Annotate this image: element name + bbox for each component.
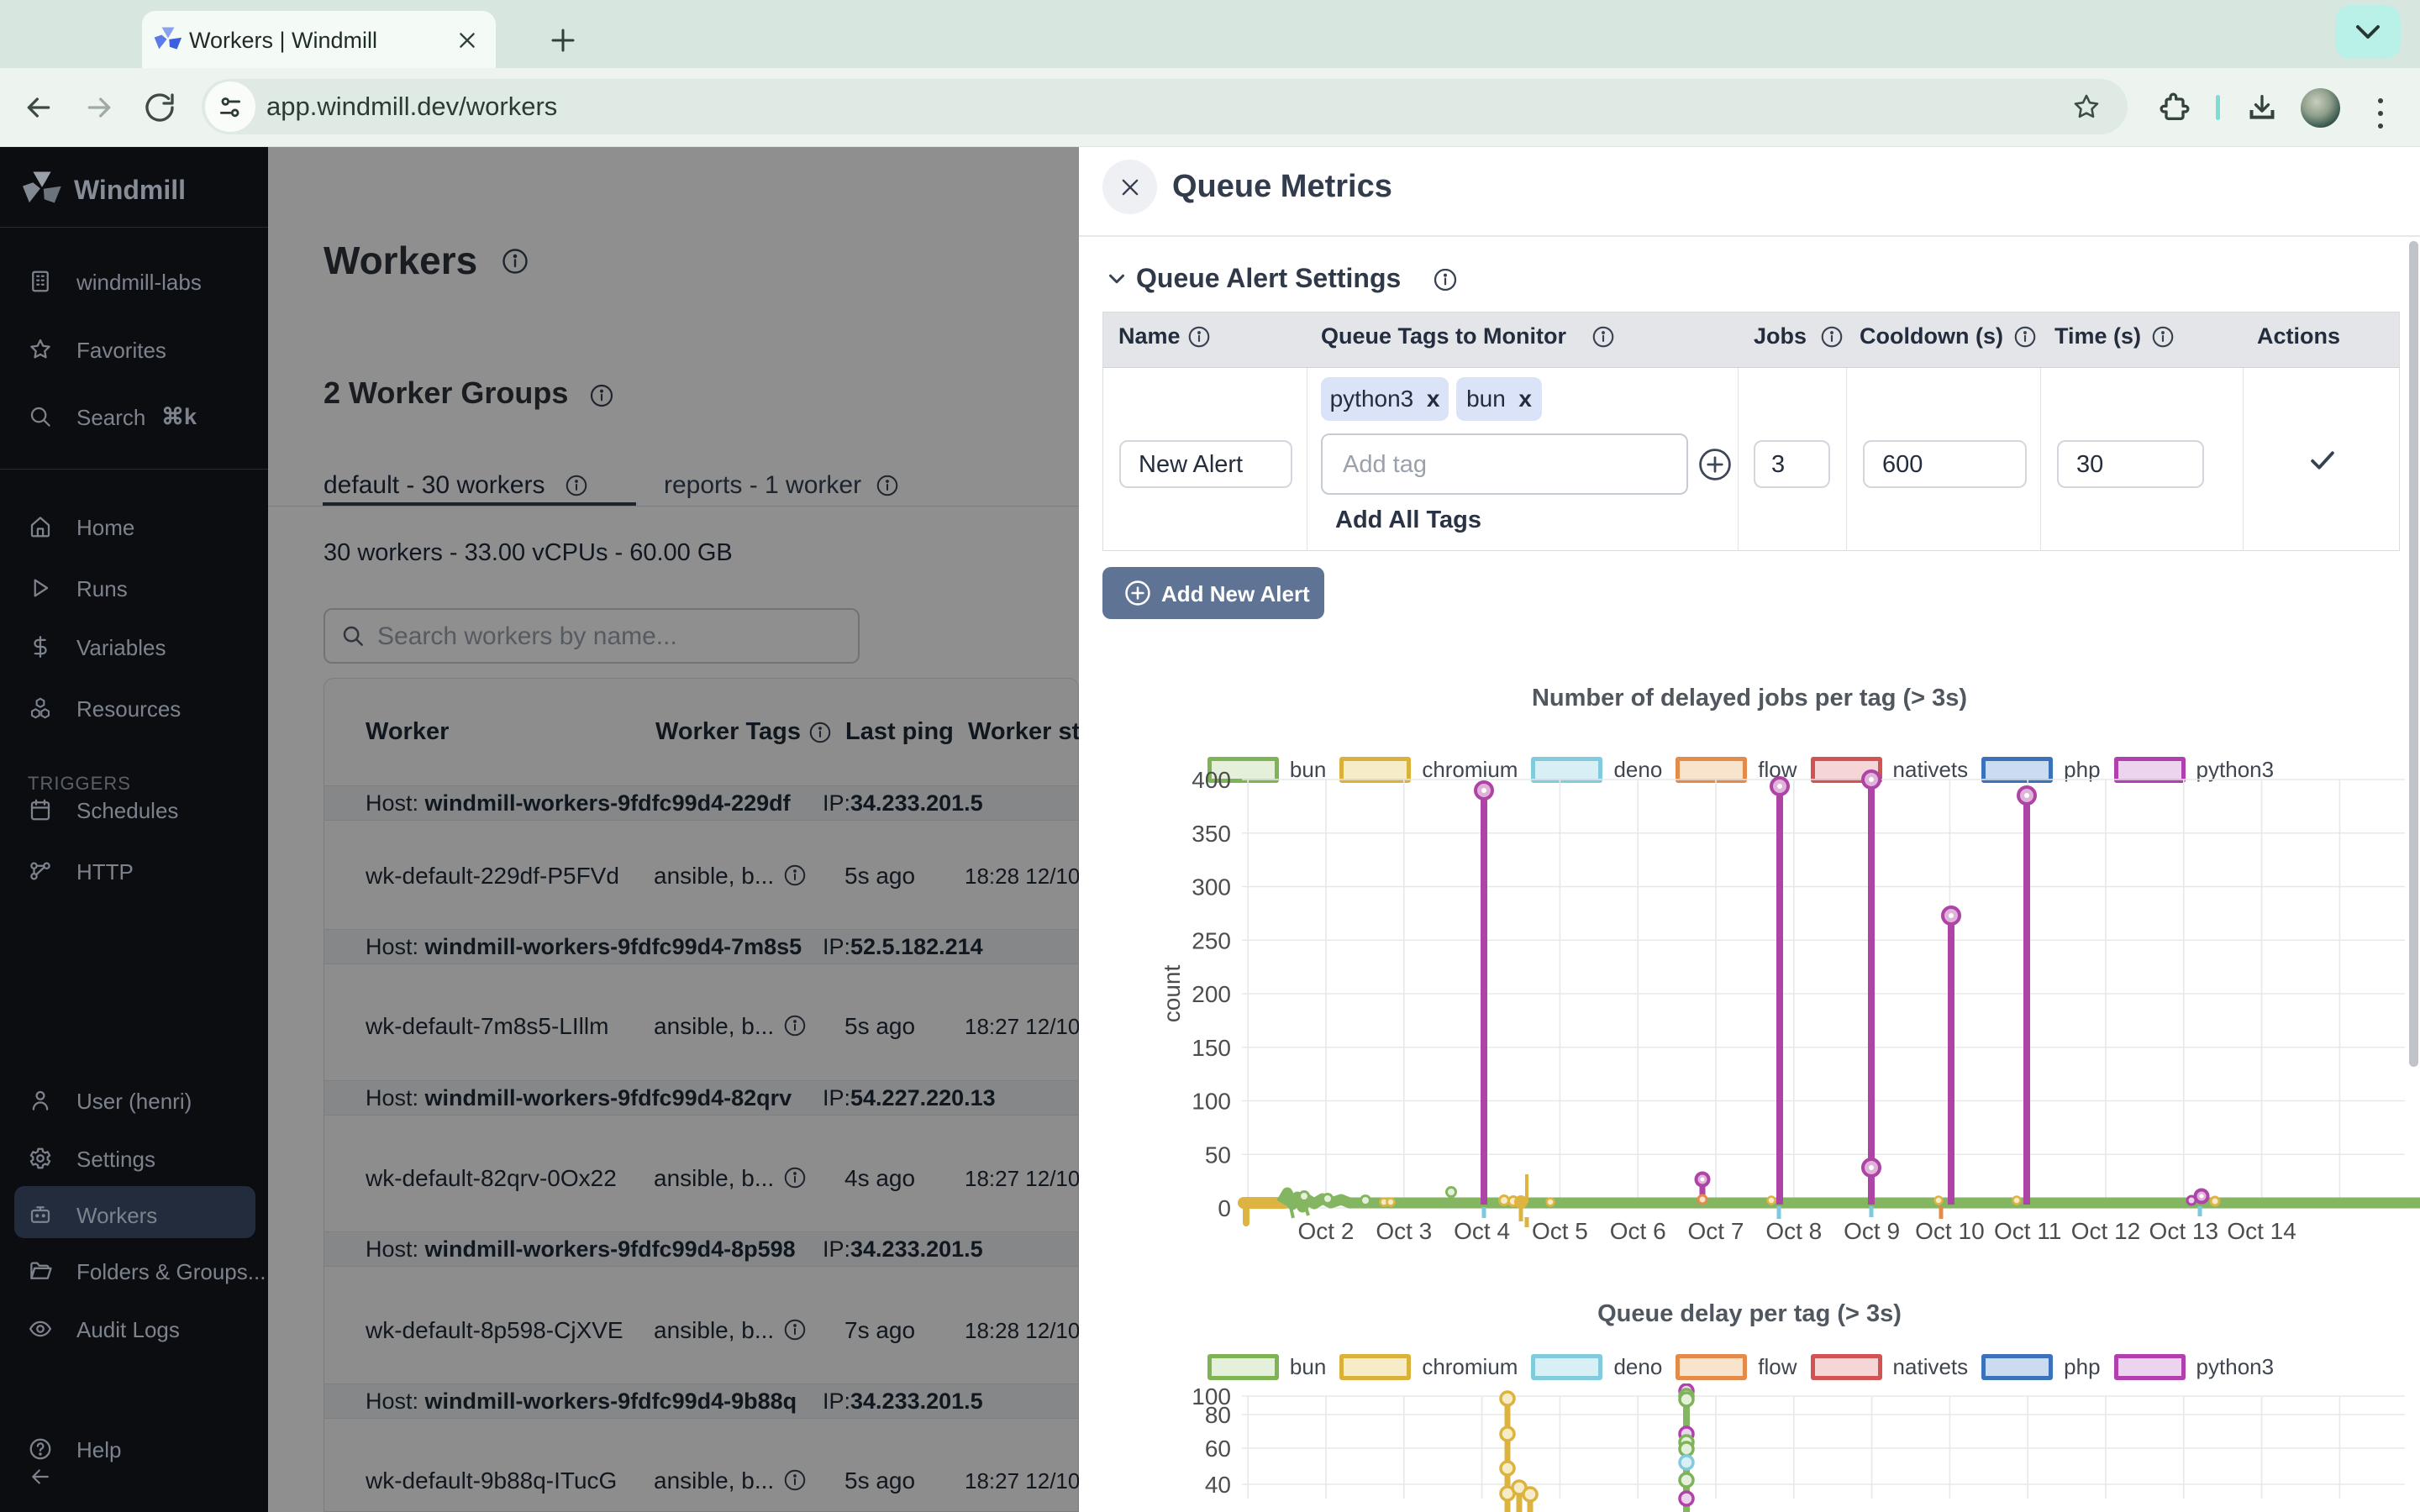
svg-text:Oct 4: Oct 4 [1454, 1218, 1510, 1244]
svg-text:300: 300 [1192, 874, 1231, 900]
svg-text:400: 400 [1192, 769, 1231, 793]
svg-text:Oct 7: Oct 7 [1688, 1218, 1744, 1244]
svg-text:0: 0 [1218, 1195, 1231, 1221]
svg-text:Oct 2: Oct 2 [1298, 1218, 1355, 1244]
svg-text:250: 250 [1192, 927, 1231, 953]
svg-text:Oct 8: Oct 8 [1765, 1218, 1822, 1244]
svg-text:Oct 6: Oct 6 [1610, 1218, 1666, 1244]
svg-text:Oct 10: Oct 10 [1915, 1218, 1984, 1244]
svg-text:150: 150 [1192, 1035, 1231, 1061]
svg-text:40: 40 [1205, 1472, 1231, 1498]
svg-text:60: 60 [1205, 1436, 1231, 1462]
svg-text:Oct 12: Oct 12 [2071, 1218, 2140, 1244]
svg-text:200: 200 [1192, 981, 1231, 1007]
svg-text:Oct 9: Oct 9 [1844, 1218, 1900, 1244]
svg-text:350: 350 [1192, 821, 1231, 847]
svg-text:Oct 3: Oct 3 [1376, 1218, 1432, 1244]
svg-text:Oct 13: Oct 13 [2149, 1218, 2218, 1244]
svg-text:Oct 11: Oct 11 [1994, 1218, 2061, 1244]
svg-text:Oct 14: Oct 14 [2227, 1218, 2296, 1244]
svg-text:80: 80 [1205, 1402, 1231, 1428]
svg-text:Oct 5: Oct 5 [1532, 1218, 1588, 1244]
svg-text:50: 50 [1205, 1142, 1231, 1168]
svg-text:100: 100 [1192, 1089, 1231, 1115]
svg-text:count: count [1159, 965, 1185, 1023]
